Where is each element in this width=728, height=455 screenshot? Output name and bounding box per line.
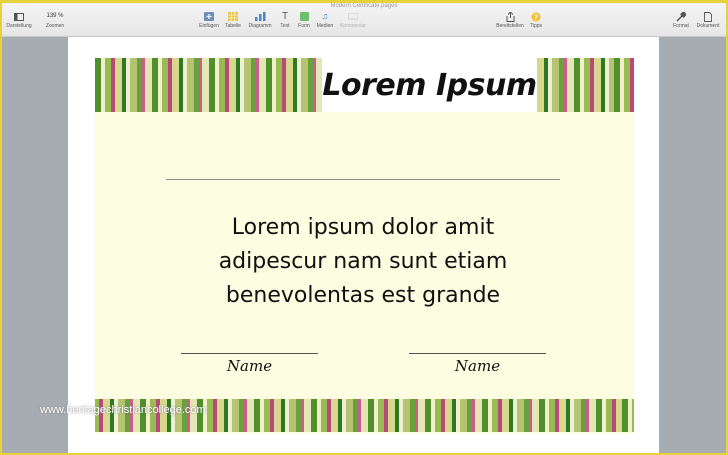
format-button[interactable]: Format <box>666 11 696 29</box>
signature-line-left <box>181 353 318 354</box>
view-button[interactable]: Darstellung <box>4 12 34 29</box>
top-right-stripe-border <box>537 58 634 112</box>
document-icon <box>703 11 714 22</box>
zoom-button[interactable]: 139 % Zoomen <box>40 12 70 29</box>
recipient-line <box>166 179 560 180</box>
document-label: Dokument <box>696 23 720 29</box>
signature-name-right[interactable]: Name <box>409 357 546 375</box>
signature-name-left[interactable]: Name <box>181 357 318 375</box>
comment-label: Kommentar <box>340 23 366 29</box>
view-label: Darstellung <box>6 23 32 29</box>
sidebar-icon <box>14 12 25 21</box>
chart-label: Diagramm <box>248 23 272 29</box>
window-title: Modern Certificate.pages <box>330 3 398 9</box>
body-line-3: benevolentas est grande <box>225 283 501 308</box>
insert-icon <box>204 12 215 21</box>
tips-label: Tipps <box>529 23 543 29</box>
insert-label: Einfügen <box>199 23 219 29</box>
document-page[interactable]: Lorem Ipsum Lorem ipsum dolor amit adipe… <box>68 37 659 453</box>
body-line-2: adipescur nam sunt etiam <box>218 249 508 274</box>
table-button[interactable]: Tabelle <box>218 12 248 29</box>
document-button[interactable]: Dokument <box>693 11 723 29</box>
certificate-title[interactable]: Lorem Ipsum <box>322 68 537 103</box>
comment-button[interactable]: Kommentar <box>338 12 368 29</box>
format-icon <box>676 11 687 22</box>
share-label: Bereitstellen <box>496 23 524 29</box>
zoom-value: 139 % <box>46 13 64 19</box>
signature-line-right <box>409 353 546 354</box>
chart-icon <box>254 12 266 21</box>
watermark-text: www.heritagechristiancollege.com <box>40 404 206 416</box>
table-label: Tabelle <box>225 23 241 29</box>
title-box: Lorem Ipsum <box>322 58 537 112</box>
comment-icon <box>348 12 359 21</box>
shape-label: Form <box>298 23 310 29</box>
shape-icon <box>299 12 310 21</box>
svg-text:?: ? <box>534 13 538 21</box>
table-icon <box>228 12 239 21</box>
top-left-stripe-border <box>95 58 322 112</box>
media-label: Medien <box>316 23 334 29</box>
left-pane <box>2 37 68 453</box>
media-button[interactable]: ♫ Medien <box>310 11 340 30</box>
certificate-body[interactable]: Lorem ipsum dolor amit adipescur nam sun… <box>166 211 560 313</box>
tips-icon: ? <box>531 12 542 21</box>
zoom-label: Zoomen <box>45 23 65 29</box>
body-line-1: Lorem ipsum dolor amit <box>231 215 495 240</box>
right-pane <box>659 37 726 453</box>
share-icon <box>505 11 516 22</box>
tips-button[interactable]: ? Tipps <box>521 12 551 29</box>
media-icon: ♫ <box>321 11 329 21</box>
format-label: Format <box>673 23 689 29</box>
toolbar: Modern Certificate.pages Darstellung 139… <box>0 0 728 37</box>
